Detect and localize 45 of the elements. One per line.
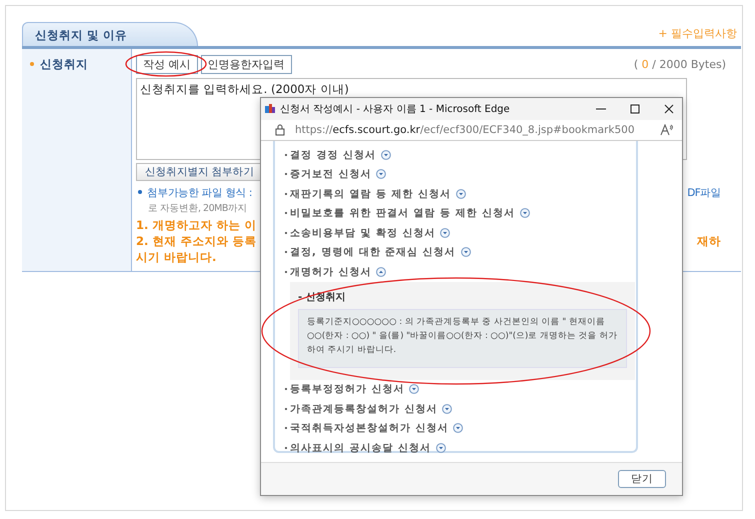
form-list-item[interactable]: 개명허가 신청서 (290, 264, 372, 279)
byte-counter: ( 0 / 2000 Bytes) (634, 58, 726, 71)
maximize-icon[interactable] (630, 104, 640, 114)
expand-icon[interactable] (520, 208, 530, 218)
expand-icon[interactable] (409, 384, 420, 394)
note-text: DF파일 (687, 186, 721, 201)
toolbar-button[interactable]: 작성 예시 (136, 55, 198, 74)
note-text: 1. 개명하고자 하는 이 (136, 217, 256, 233)
app-icon (264, 103, 276, 115)
expand-icon[interactable] (440, 228, 450, 238)
note-text: 로 자동변환, 20MB까지 (148, 202, 247, 216)
expand-icon[interactable] (453, 423, 464, 434)
note-text: 재하 (697, 233, 721, 249)
form-list-item[interactable]: 증거보전 신청서 (290, 167, 372, 182)
note-text: 2. 현재 주소지와 등록 (136, 233, 256, 249)
close-icon[interactable] (664, 104, 674, 114)
lock-icon (275, 124, 285, 136)
required-note: + 필수입력사항 (658, 26, 737, 41)
detail-heading: - 신청취지 (298, 290, 347, 304)
form-list-item[interactable]: 결정, 명령에 대한 준재심 신청서 (290, 245, 456, 260)
window-title: 신청서 작성예시 - 사용자 이름 1 - Microsoft Edge (280, 103, 510, 116)
field-label: 신청취지 (40, 57, 88, 72)
note-text: 첨부가능한 파일 형식 : (136, 185, 252, 201)
note-text: 시기 바랍니다. (136, 249, 216, 265)
expand-icon[interactable] (456, 188, 466, 199)
form-list-item[interactable]: 가족관계등록창설허가 신청서 (290, 402, 438, 416)
expand-icon[interactable] (376, 169, 386, 180)
expand-icon[interactable] (436, 442, 446, 453)
url-text[interactable]: https://ecfs.scourt.go.kr/ecf/ecf300/ECF340_8.jsp#bookmark500 (295, 124, 634, 136)
expand-icon[interactable] (442, 404, 452, 414)
expand-icon[interactable] (380, 150, 391, 160)
form-list-item[interactable]: 소송비용부담 및 확정 신청서 (290, 226, 436, 240)
expand-icon[interactable] (376, 266, 386, 277)
form-list-item[interactable]: 재판기록의 열람 등 제한 신청서 (290, 186, 451, 201)
form-list-item[interactable]: 등록부정정허가 신청서 (290, 382, 404, 396)
form-list-item[interactable]: 의사표시의 공시송달 신청서 (290, 440, 431, 455)
form-list-item[interactable]: 비밀보호를 위한 판결서 열람 등 제한 신청서 (290, 206, 515, 220)
form-list-item[interactable]: 국적취득자성본창설허가 신청서 (290, 421, 448, 436)
form-list-item[interactable]: 결정 경정 신청서 (290, 148, 376, 162)
attach-button[interactable]: 신청취지별지 첨부하기 (136, 163, 263, 181)
close-button[interactable]: 닫기 (618, 470, 666, 488)
expand-icon[interactable] (460, 247, 471, 258)
example-text: 등록기준지○○○○○○ : 의 가족관계등록부 중 사건본인의 이름 " 현재이름 ○○(한자 : ○○) " 을(를) "바꿀이름○○(한자 : ○○)"(으)로 개명하는 것을 허가하여 주시기 바랍니다. (298, 308, 627, 368)
toolbar-button[interactable]: 인명용한자입력 (200, 55, 292, 74)
read-aloud-icon[interactable] (660, 124, 674, 136)
